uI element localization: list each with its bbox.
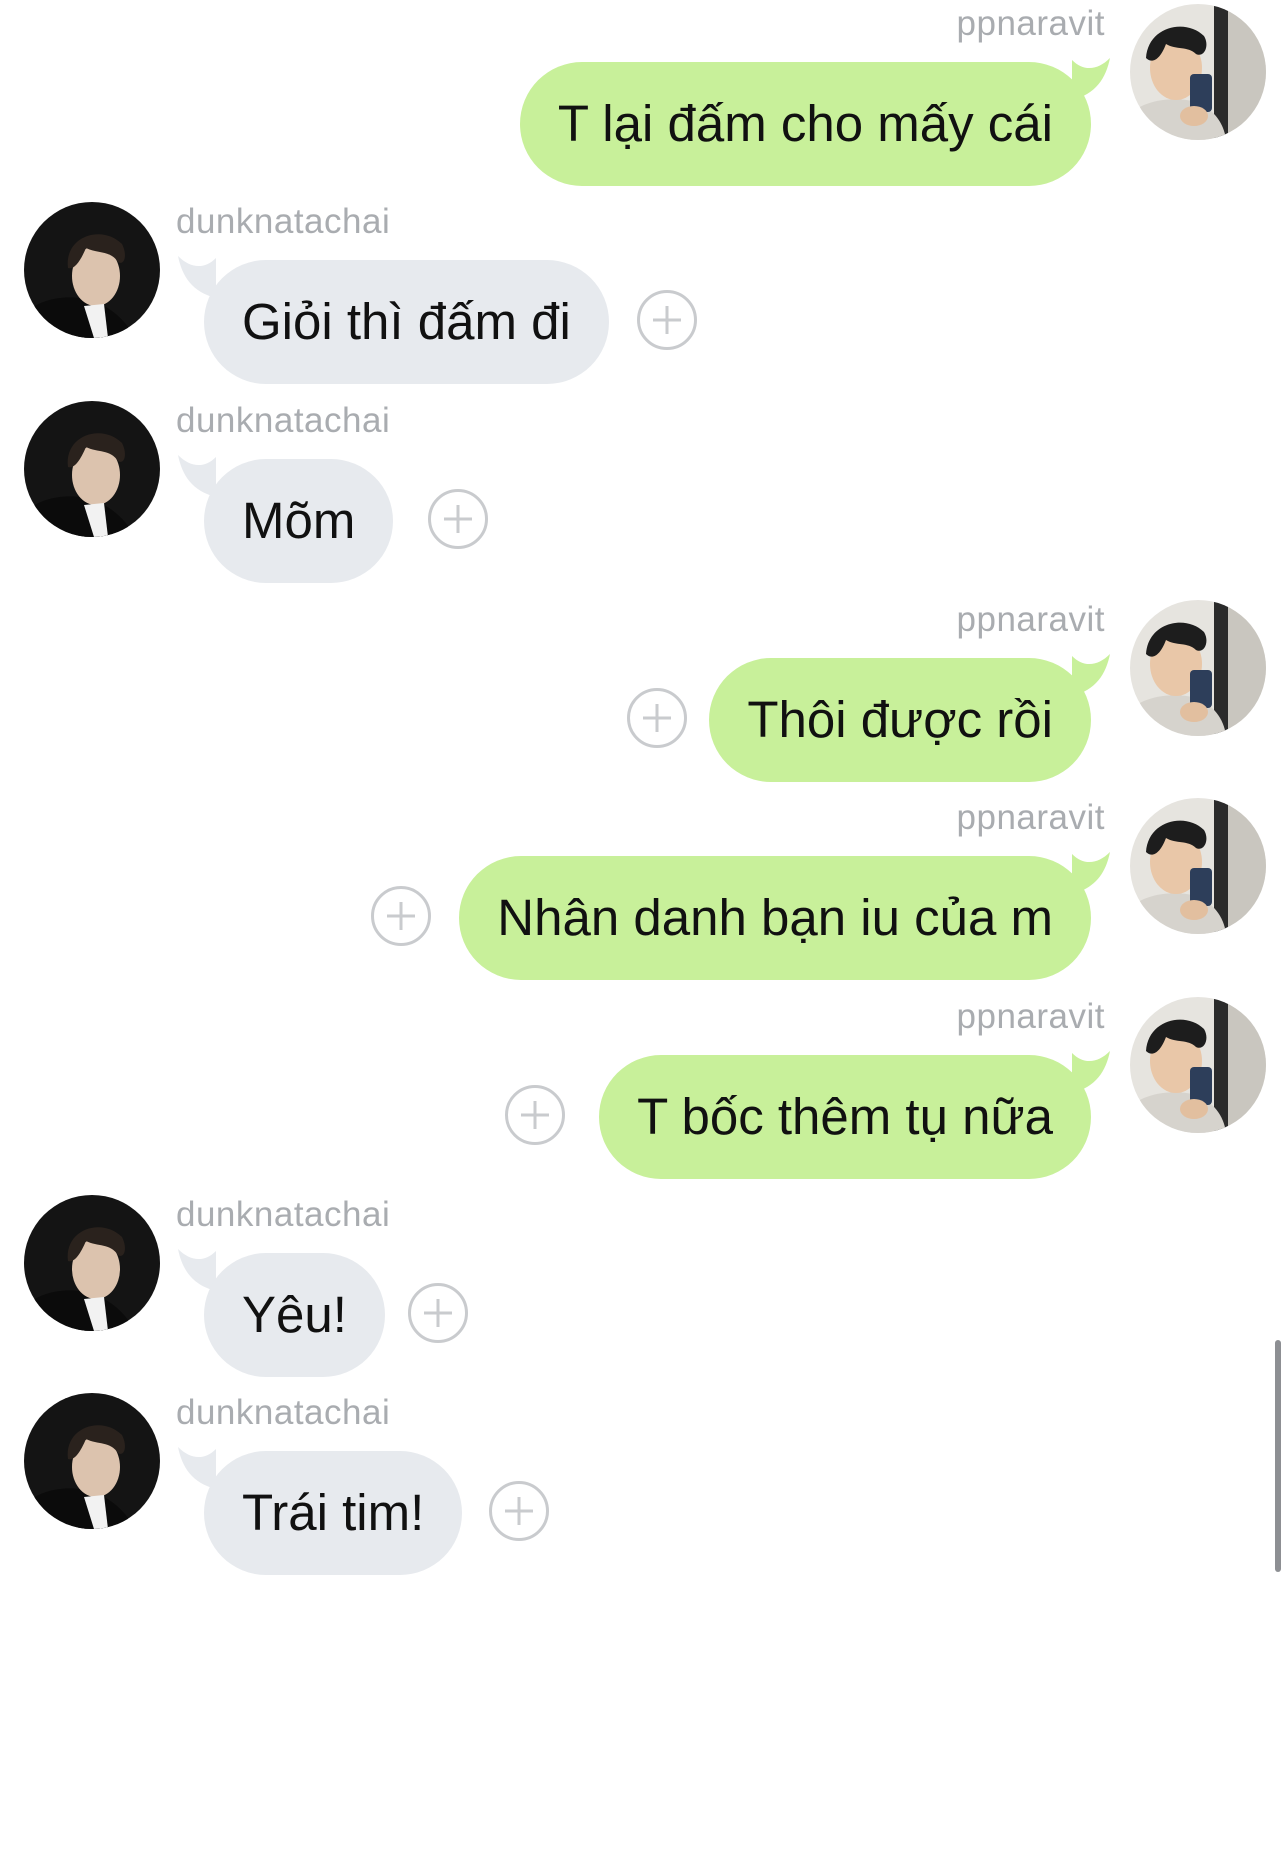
add-reaction-icon[interactable]	[428, 489, 488, 549]
message-bubble[interactable]: T bốc thêm tụ nữa	[599, 1055, 1091, 1179]
message-bubble[interactable]: T lại đấm cho mấy cái	[519, 62, 1091, 186]
bubble-tail	[1072, 58, 1110, 100]
message-row: T lại đấm cho mấy cái ppnaravit	[0, 0, 1284, 200]
sender-name: dunknatachai	[176, 1393, 391, 1432]
message-bubble[interactable]: Trái tim!	[204, 1451, 463, 1575]
avatar[interactable]	[24, 1195, 160, 1331]
add-reaction-icon[interactable]	[637, 290, 697, 350]
add-reaction-icon[interactable]	[371, 886, 431, 946]
message-row: dunknatachai Yêu!	[0, 1191, 1284, 1391]
scrollbar[interactable]	[1275, 1340, 1281, 1572]
bubble-tail	[1072, 654, 1110, 696]
message-row: dunknatachai Trái tim!	[0, 1389, 1284, 1589]
avatar[interactable]	[1130, 600, 1266, 736]
bubble-tail	[1072, 1051, 1110, 1093]
message-bubble[interactable]: Giỏi thì đấm đi	[204, 260, 609, 384]
sender-name: ppnaravit	[956, 4, 1105, 43]
avatar[interactable]	[24, 1393, 160, 1529]
sender-name: ppnaravit	[956, 600, 1105, 639]
sender-name: dunknatachai	[176, 202, 391, 241]
chat-thread: T lại đấm cho mấy cái ppnaravit dunknata…	[0, 0, 1284, 1856]
bubble-tail	[178, 1447, 216, 1489]
bubble-tail	[1072, 852, 1110, 894]
message-bubble[interactable]: Nhân danh bạn iu của m	[459, 856, 1091, 980]
avatar[interactable]	[1130, 997, 1266, 1133]
sender-name: dunknatachai	[176, 1195, 391, 1234]
message-row: Thôi được rồi ppnaravit	[0, 596, 1284, 796]
add-reaction-icon[interactable]	[408, 1283, 468, 1343]
avatar[interactable]	[24, 401, 160, 537]
message-bubble[interactable]: Yêu!	[204, 1253, 385, 1377]
add-reaction-icon[interactable]	[627, 688, 687, 748]
add-reaction-icon[interactable]	[489, 1481, 549, 1541]
avatar[interactable]	[1130, 4, 1266, 140]
sender-name: ppnaravit	[956, 798, 1105, 837]
avatar[interactable]	[24, 202, 160, 338]
message-row: dunknatachai Mõm	[0, 397, 1284, 597]
bubble-tail	[178, 256, 216, 298]
add-reaction-icon[interactable]	[505, 1085, 565, 1145]
bubble-tail	[178, 455, 216, 497]
message-row: dunknatachai Giỏi thì đấm đi	[0, 198, 1284, 398]
message-row: Nhân danh bạn iu của m ppnaravit	[0, 794, 1284, 994]
message-bubble[interactable]: Mõm	[204, 459, 394, 583]
bubble-tail	[178, 1249, 216, 1291]
message-bubble[interactable]: Thôi được rồi	[709, 658, 1091, 782]
avatar[interactable]	[1130, 798, 1266, 934]
sender-name: ppnaravit	[956, 997, 1105, 1036]
sender-name: dunknatachai	[176, 401, 391, 440]
message-row: T bốc thêm tụ nữa ppnaravit	[0, 993, 1284, 1193]
